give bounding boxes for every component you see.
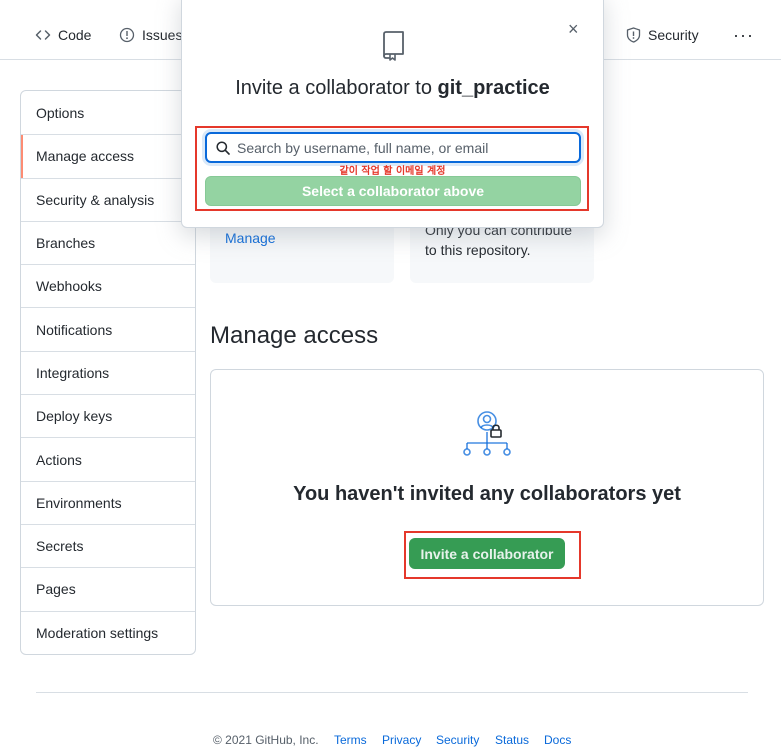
highlight-box-invite [404,531,581,579]
people-lock-icon [463,411,511,456]
tab-security[interactable]: Security [626,27,699,43]
sidebar-item-manage-access[interactable]: Manage access [21,134,195,178]
footer-copyright: © 2021 GitHub, Inc. [213,733,319,747]
tab-code-label: Code [58,27,92,43]
sidebar-item-integrations[interactable]: Integrations [21,350,195,394]
tab-issues-label: Issues [142,27,183,43]
close-icon[interactable]: × [568,20,579,38]
dialog-repo-name: git_practice [437,77,550,99]
tab-security-label: Security [648,27,699,43]
footer-link-status[interactable]: Status [495,733,529,747]
footer-divider [36,692,748,693]
code-icon [35,30,51,40]
issue-icon [119,27,135,43]
manage-visibility-link[interactable]: Manage [225,230,276,246]
sidebar-item-moderation-settings[interactable]: Moderation settings [21,610,195,654]
dialog-title-prefix: Invite a collaborator to [235,77,438,99]
sidebar-item-branches[interactable]: Branches [21,220,195,264]
more-tabs-icon[interactable]: ··· [733,26,754,44]
footer-link-privacy[interactable]: Privacy [382,733,421,747]
empty-state-title: You haven't invited any collaborators ye… [293,483,681,505]
sidebar-item-webhooks[interactable]: Webhooks [21,264,195,307]
footer-link-security[interactable]: Security [436,733,479,747]
tab-code[interactable]: Code [35,27,91,43]
sidebar-item-pages[interactable]: Pages [21,567,195,610]
page-title: Manage access [210,322,379,349]
footer-link-terms[interactable]: Terms [334,733,367,747]
sidebar-item-notifications[interactable]: Notifications [21,307,195,350]
sidebar-item-security-analysis[interactable]: Security & analysis [21,177,195,221]
dialog-title: Invite a collaborator to git_practice [182,77,603,100]
settings-sidebar: Options Manage access Security & analysi… [20,90,196,655]
sidebar-item-environments[interactable]: Environments [21,480,195,524]
direct-access-text-line2: to this repository. [425,242,531,258]
sidebar-item-options[interactable]: Options [21,91,195,134]
tab-issues[interactable]: Issues [119,27,182,43]
shield-icon [626,27,641,43]
sidebar-item-deploy-keys[interactable]: Deploy keys [21,394,195,437]
repo-icon [383,31,404,61]
highlight-box-search [195,126,589,211]
sidebar-item-actions[interactable]: Actions [21,437,195,480]
footer-link-docs[interactable]: Docs [544,733,571,747]
sidebar-item-secrets[interactable]: Secrets [21,523,195,567]
